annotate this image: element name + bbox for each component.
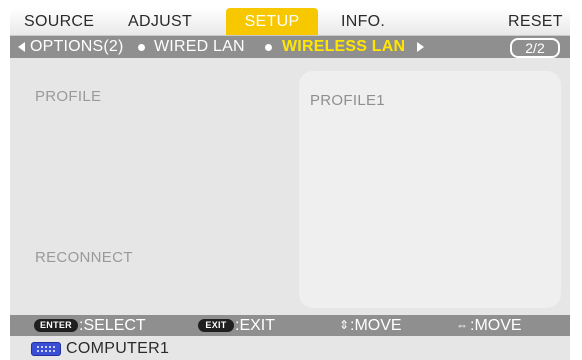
help-move-vertical: :MOVE <box>350 317 402 334</box>
tab-info[interactable]: INFO. <box>341 8 385 35</box>
help-move-horizontal: :MOVE <box>470 317 522 334</box>
tab-setup[interactable]: SETUP <box>226 8 318 35</box>
up-down-arrow-icon: ⇕ <box>339 318 350 332</box>
left-right-arrow-icon: ⇔ <box>456 318 468 332</box>
arrow-right-icon[interactable] <box>417 42 424 52</box>
tab-reset[interactable]: RESET <box>508 8 563 35</box>
projector-osd-menu: SOURCE ADJUST SETUP INFO. RESET OPTIONS(… <box>10 8 570 360</box>
profile-value[interactable]: PROFILE1 <box>310 92 385 109</box>
separator-dot-icon <box>265 44 272 51</box>
reconnect-label[interactable]: RECONNECT <box>35 249 133 266</box>
main-tab-bar: SOURCE ADJUST SETUP INFO. RESET <box>10 8 570 36</box>
sub-tab-bar: OPTIONS(2) WIRED LAN WIRELESS LAN 2/2 <box>10 36 570 58</box>
arrow-left-icon[interactable] <box>18 42 25 52</box>
computer-input-icon <box>31 342 61 356</box>
help-select: :SELECT <box>79 317 146 334</box>
separator-dot-icon <box>138 44 145 51</box>
input-source-name: COMPUTER1 <box>66 340 170 357</box>
help-exit: :EXIT <box>235 317 276 334</box>
enter-key-icon: ENTER <box>34 319 78 332</box>
value-panel: PROFILE1 <box>299 71 561 308</box>
exit-key-icon: EXIT <box>198 319 234 332</box>
tab-adjust[interactable]: ADJUST <box>128 8 192 35</box>
tab-source[interactable]: SOURCE <box>24 8 94 35</box>
profile-label[interactable]: PROFILE <box>35 88 101 105</box>
subtab-wired-lan[interactable]: WIRED LAN <box>154 36 245 58</box>
subtab-wireless-lan[interactable]: WIRELESS LAN <box>282 36 405 58</box>
status-bar: COMPUTER1 <box>10 337 570 360</box>
subtab-options2[interactable]: OPTIONS(2) <box>30 36 124 58</box>
page-indicator: 2/2 <box>510 38 560 58</box>
help-bar: ENTER :SELECT EXIT :EXIT ⇕ :MOVE ⇔ :MOVE <box>10 315 570 336</box>
